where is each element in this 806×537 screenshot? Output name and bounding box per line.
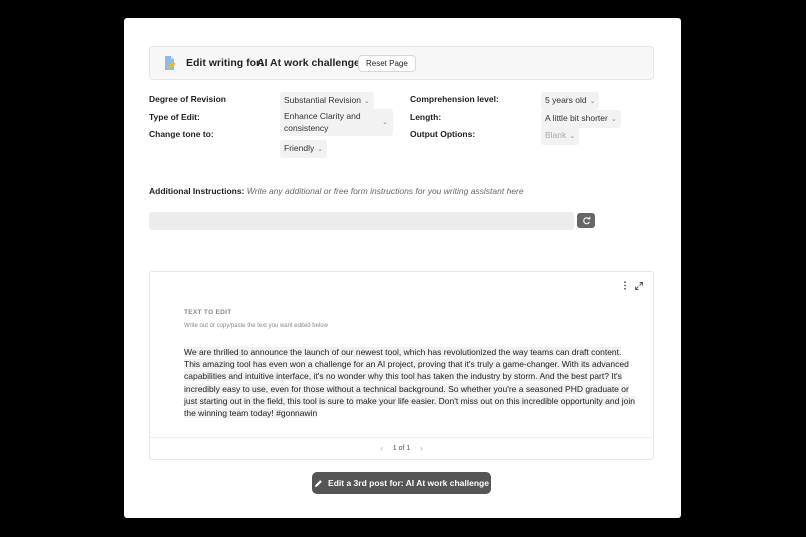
main-card: Edit writing for: AI At work challenge⌄ …	[124, 18, 681, 518]
chevron-down-icon: ⌄	[364, 98, 370, 105]
type-label: Type of Edit:	[149, 112, 200, 122]
edit-post-label: Edit a 3rd post for: AI At work challeng…	[328, 478, 489, 488]
length-value: A little bit shorter	[545, 113, 608, 123]
comprehension-select[interactable]: 5 years old ⌄	[541, 92, 600, 110]
refresh-button[interactable]	[577, 213, 595, 228]
editor-toolbar	[623, 281, 643, 290]
pencil-icon	[314, 479, 322, 487]
degree-label: Degree of Revision	[149, 94, 226, 104]
chevron-down-icon: ⌄	[382, 119, 388, 126]
type-value: Enhance Clarity and consistency	[284, 111, 361, 133]
editor-pagination: ‹ 1 of 1 ›	[150, 437, 653, 459]
text-editor: TEXT TO EDIT Write out or copy/paste the…	[149, 271, 654, 460]
page-indicator: 1 of 1	[392, 445, 411, 452]
instructions-hint: Write any additional or free form instru…	[246, 186, 524, 196]
output-value: Blank	[545, 130, 567, 140]
instructions-label: Additional Instructions:	[149, 186, 245, 196]
editor-text: We are thrilled to announce the launch o…	[184, 347, 635, 419]
header-title: Edit writing for:	[186, 57, 264, 69]
refresh-icon	[582, 216, 590, 225]
tone-select[interactable]: Friendly ⌄	[280, 140, 328, 158]
chevron-right-icon[interactable]: ›	[420, 444, 423, 453]
chevron-left-icon[interactable]: ‹	[380, 444, 383, 453]
chevron-down-icon: ⌄	[610, 116, 617, 123]
output-label: Output Options:	[410, 129, 476, 139]
degree-select[interactable]: Substantial Revision ⌄	[280, 92, 374, 110]
more-vertical-icon[interactable]	[623, 281, 627, 290]
page-header: Edit writing for: AI At work challenge⌄ …	[149, 46, 654, 80]
degree-value: Substantial Revision	[284, 95, 362, 105]
chevron-down-icon: ⌄	[589, 98, 596, 105]
edit-post-button[interactable]: Edit a 3rd post for: AI At work challeng…	[312, 472, 491, 494]
editor-textarea[interactable]: We are thrilled to announce the launch o…	[184, 346, 636, 419]
comprehension-value: 5 years old	[545, 95, 587, 105]
editor-hint: Write out or copy/paste the text you wan…	[184, 323, 328, 329]
project-selector[interactable]: AI At work challenge⌄	[257, 57, 370, 69]
expand-icon[interactable]	[635, 281, 643, 290]
reset-page-button[interactable]: Reset Page	[358, 55, 416, 72]
comprehension-label: Comprehension level:	[410, 94, 499, 104]
document-pencil-icon	[164, 55, 176, 71]
additional-instructions: Additional Instructions: Write any addit…	[149, 186, 524, 196]
type-select[interactable]: Enhance Clarity and consistency ⌄	[280, 109, 393, 136]
output-select[interactable]: Blank ⌄	[541, 127, 580, 145]
chevron-down-icon: ⌄	[569, 133, 576, 140]
editor-label: TEXT TO EDIT	[184, 309, 232, 316]
chevron-down-icon: ⌄	[317, 146, 324, 153]
instructions-input[interactable]	[149, 212, 574, 230]
tone-value: Friendly	[284, 143, 315, 153]
length-select[interactable]: A little bit shorter ⌄	[541, 110, 621, 128]
project-name: AI At work challenge	[257, 57, 360, 69]
tone-label: Change tone to:	[149, 129, 214, 139]
length-label: Length:	[410, 112, 442, 122]
